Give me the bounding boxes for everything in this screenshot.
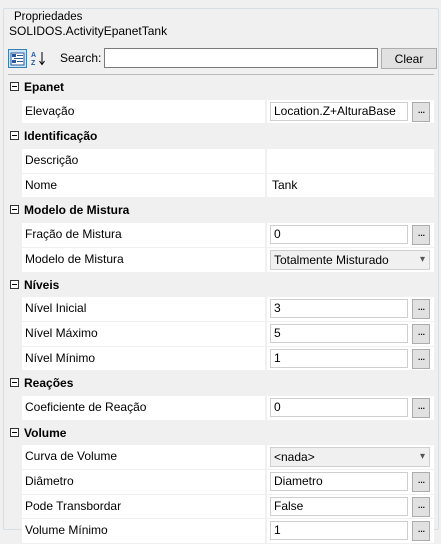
collapse-icon[interactable] [10, 279, 19, 289]
property-value[interactable]: Tank [272, 174, 297, 197]
ellipsis-button[interactable]: ... [412, 299, 430, 320]
category-volume[interactable]: Volume [8, 420, 434, 446]
property-name: Coeficiente de Reação [22, 395, 266, 420]
property-value[interactable]: 5 [270, 323, 408, 343]
category-label: Níveis [24, 277, 60, 292]
selected-object-name: SOLIDOS.ActivityEpanetTank [9, 24, 168, 38]
categorized-view-icon[interactable] [8, 49, 27, 68]
alphabetical-sort-icon[interactable]: A Z [29, 49, 48, 68]
collapse-icon[interactable] [10, 427, 19, 437]
search-input[interactable] [104, 48, 378, 68]
property-grid: Epanet Elevação Location.Z+AlturaBase... Id… [8, 74, 434, 544]
category-epanet[interactable]: Epanet [8, 75, 434, 100]
category-identificacao[interactable]: Identificação [8, 124, 434, 150]
property-name: Nome [22, 173, 266, 198]
property-row-diametro[interactable]: Diâmetro Diametro... [8, 470, 434, 495]
property-value-cell[interactable]: Totalmente Misturado ▾ [267, 247, 434, 272]
property-dropdown[interactable]: <nada> ▾ [270, 447, 430, 468]
property-value[interactable]: 3 [270, 299, 408, 319]
property-grid-toolbar: A Z Search: Clear [8, 48, 437, 70]
property-value[interactable]: Diametro [270, 472, 408, 491]
property-row-nivel-inicial[interactable]: Nível Inicial 3... [8, 297, 434, 322]
category-reacoes[interactable]: Reações [8, 371, 434, 396]
category-label: Modelo de Mistura [24, 203, 130, 218]
property-value-cell[interactable] [267, 149, 434, 173]
property-value[interactable]: Location.Z+AlturaBase [270, 101, 408, 121]
property-value-cell[interactable]: Location.Z+AlturaBase... [267, 99, 434, 124]
category-modelo-de-mistura[interactable]: Modelo de Mistura [8, 198, 434, 224]
property-value[interactable]: 1 [270, 348, 408, 368]
property-value-cell[interactable]: <nada> ▾ [267, 445, 434, 469]
property-value[interactable]: 0 [270, 397, 408, 417]
property-name: Volume Mínimo [22, 519, 266, 544]
chevron-down-icon[interactable]: ▾ [420, 448, 425, 466]
property-value-cell[interactable]: 1... [267, 519, 434, 544]
property-value-cell[interactable]: 0... [267, 223, 434, 247]
property-value-cell[interactable]: Diametro... [267, 470, 434, 494]
ellipsis-button[interactable]: ... [412, 101, 430, 122]
property-row-pode-transbordar[interactable]: Pode Transbordar False... [8, 494, 434, 520]
svg-text:Z: Z [31, 60, 36, 67]
clear-button[interactable]: Clear [381, 48, 437, 69]
property-row-volume-minimo[interactable]: Volume Mínimo 1... [8, 519, 434, 544]
ellipsis-button[interactable]: ... [412, 348, 430, 369]
category-niveis[interactable]: Níveis [8, 272, 434, 298]
collapse-icon[interactable] [10, 205, 19, 215]
property-value-cell[interactable]: 3... [267, 297, 434, 321]
property-row-modelo-de-mistura[interactable]: Modelo de Mistura Totalmente Misturado ▾ [8, 247, 434, 273]
property-name: Descrição [22, 149, 266, 173]
ellipsis-button[interactable]: ... [412, 496, 430, 517]
property-name: Fração de Mistura [22, 223, 266, 247]
property-name: Modelo de Mistura [22, 247, 266, 272]
svg-text:A: A [31, 52, 36, 59]
property-value[interactable]: 1 [270, 521, 408, 541]
property-row-curva-de-volume[interactable]: Curva de Volume <nada> ▾ [8, 445, 434, 470]
property-name: Elevação [22, 99, 266, 124]
collapse-icon[interactable] [10, 82, 19, 91]
property-value-cell[interactable]: 0... [267, 395, 434, 420]
property-name: Nível Máximo [22, 321, 266, 346]
property-row-descricao[interactable]: Descrição [8, 149, 434, 174]
property-name: Nível Mínimo [22, 346, 266, 371]
property-value[interactable]: 0 [270, 225, 408, 245]
category-label: Reações [24, 376, 74, 391]
collapse-icon[interactable] [10, 378, 19, 388]
property-row-coeficiente-de-reacao[interactable]: Coeficiente de Reação 0... [8, 395, 434, 421]
property-name: Curva de Volume [22, 445, 266, 469]
collapse-icon[interactable] [10, 131, 19, 141]
ellipsis-button[interactable]: ... [412, 225, 430, 246]
property-value[interactable]: False [270, 496, 408, 516]
property-value-cell[interactable]: 1... [267, 346, 434, 371]
search-label: Search: [60, 51, 102, 65]
property-row-nivel-minimo[interactable]: Nível Mínimo 1... [8, 346, 434, 372]
property-row-nome[interactable]: Nome Tank [8, 173, 434, 199]
category-label: Epanet [24, 80, 65, 94]
property-name: Diâmetro [22, 470, 266, 494]
property-row-elevacao[interactable]: Elevação Location.Z+AlturaBase... [8, 99, 434, 125]
property-value: Totalmente Misturado [274, 252, 389, 267]
ellipsis-button[interactable]: ... [412, 472, 430, 492]
category-label: Identificação [24, 129, 98, 144]
property-value: <nada> [274, 450, 315, 465]
chevron-down-icon[interactable]: ▾ [420, 251, 425, 269]
ellipsis-button[interactable]: ... [412, 323, 430, 344]
category-label: Volume [24, 425, 67, 440]
property-value-cell[interactable]: 5... [267, 321, 434, 346]
property-row-fracao-de-mistura[interactable]: Fração de Mistura 0... [8, 223, 434, 248]
property-dropdown[interactable]: Totalmente Misturado ▾ [270, 249, 430, 270]
property-value-cell[interactable]: Tank [267, 173, 434, 198]
property-row-nivel-maximo[interactable]: Nível Máximo 5... [8, 321, 434, 347]
ellipsis-button[interactable]: ... [412, 397, 430, 418]
ellipsis-button[interactable]: ... [412, 521, 430, 542]
property-name: Nível Inicial [22, 297, 266, 321]
